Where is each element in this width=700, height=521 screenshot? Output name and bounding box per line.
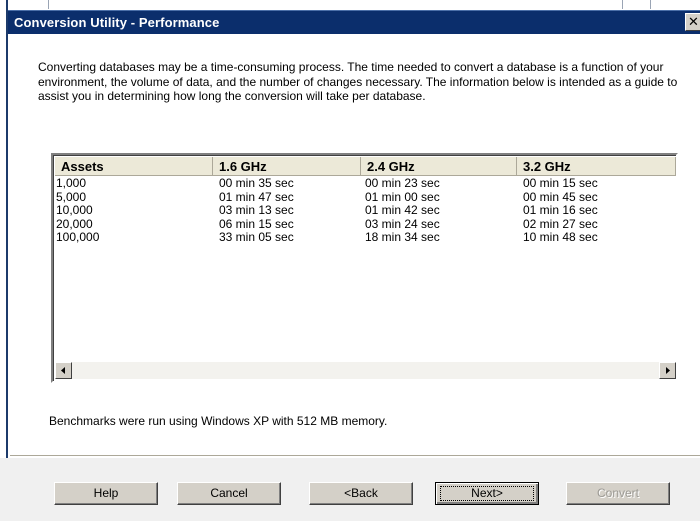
help-button[interactable]: Help xyxy=(54,482,158,505)
table-row[interactable]: 20,000 06 min 15 sec 03 min 24 sec 02 mi… xyxy=(55,216,676,232)
cell-1-6ghz: 01 min 47 sec xyxy=(219,189,294,204)
scroll-track[interactable] xyxy=(72,362,659,379)
cell-3-2ghz: 10 min 48 sec xyxy=(523,230,598,244)
cancel-button[interactable]: Cancel xyxy=(177,482,281,505)
benchmark-note: Benchmarks were run using Windows XP wit… xyxy=(49,414,388,428)
cell-3-2ghz: 00 min 45 sec xyxy=(523,189,598,204)
table-header: Assets 1.6 GHz 2.4 GHz 3.2 GHz xyxy=(55,157,676,176)
cell-1-6ghz: 33 min 05 sec xyxy=(219,230,294,244)
cell-2-4ghz: 00 min 23 sec xyxy=(365,176,440,190)
tick-mark xyxy=(650,0,651,9)
cell-1-6ghz: 03 min 13 sec xyxy=(219,203,294,217)
cell-3-2ghz: 02 min 27 sec xyxy=(523,216,598,231)
close-glyph: ✕ xyxy=(688,14,699,29)
column-header-1-6ghz[interactable]: 1.6 GHz xyxy=(213,157,361,176)
column-header-3-2ghz[interactable]: 3.2 GHz xyxy=(517,157,676,176)
help-button-label: Help xyxy=(93,486,119,500)
tick-mark xyxy=(48,0,49,9)
cell-3-2ghz: 00 min 15 sec xyxy=(523,176,598,190)
window-title: Conversion Utility - Performance xyxy=(14,15,220,30)
cell-assets: 10,000 xyxy=(56,203,93,217)
convert-button-label: Convert xyxy=(596,486,640,500)
scroll-right-icon[interactable] xyxy=(659,362,676,379)
next-button-label: Next> xyxy=(471,486,503,500)
scroll-left-icon[interactable] xyxy=(55,362,72,379)
horizontal-scrollbar[interactable] xyxy=(55,362,676,379)
tick-mark xyxy=(622,0,623,9)
back-button[interactable]: <Back xyxy=(309,482,413,505)
table-row[interactable]: 5,000 01 min 47 sec 01 min 00 sec 00 min… xyxy=(55,189,676,205)
back-button-label: <Back xyxy=(344,486,378,500)
cell-2-4ghz: 18 min 34 sec xyxy=(365,230,440,244)
table-row[interactable]: 10,000 03 min 13 sec 01 min 42 sec 01 mi… xyxy=(55,203,676,218)
table-row[interactable]: 1,000 00 min 35 sec 00 min 23 sec 00 min… xyxy=(55,176,676,191)
separator xyxy=(10,455,700,457)
cell-3-2ghz: 01 min 16 sec xyxy=(523,203,598,217)
column-header-assets[interactable]: Assets xyxy=(55,157,213,176)
table-row[interactable]: 100,000 33 min 05 sec 18 min 34 sec 10 m… xyxy=(55,230,676,245)
cell-assets: 1,000 xyxy=(56,176,87,190)
table-rows: 1,000 00 min 35 sec 00 min 23 sec 00 min… xyxy=(55,176,676,245)
cancel-button-label: Cancel xyxy=(210,486,248,500)
top-strip xyxy=(0,0,700,10)
close-icon[interactable]: ✕ xyxy=(685,13,700,31)
scroll-left-arrow xyxy=(61,367,65,374)
intro-text: Converting databases may be a time-consu… xyxy=(38,60,678,103)
cell-2-4ghz: 01 min 00 sec xyxy=(365,189,440,204)
performance-table[interactable]: Assets 1.6 GHz 2.4 GHz 3.2 GHz 1,000 00 … xyxy=(51,153,678,383)
column-header-2-4ghz[interactable]: 2.4 GHz xyxy=(361,157,517,176)
scroll-right-arrow xyxy=(666,367,670,374)
convert-button[interactable]: Convert xyxy=(566,482,670,505)
title-bar[interactable]: Conversion Utility - Performance ✕ xyxy=(8,10,700,34)
cell-2-4ghz: 03 min 24 sec xyxy=(365,216,440,231)
cell-assets: 20,000 xyxy=(56,216,93,231)
next-button[interactable]: Next> xyxy=(435,482,539,505)
cell-assets: 5,000 xyxy=(56,189,87,204)
cell-1-6ghz: 06 min 15 sec xyxy=(219,216,294,231)
window-edge xyxy=(0,0,8,521)
cell-assets: 100,000 xyxy=(56,230,100,244)
cell-2-4ghz: 01 min 42 sec xyxy=(365,203,440,217)
cell-1-6ghz: 00 min 35 sec xyxy=(219,176,294,190)
